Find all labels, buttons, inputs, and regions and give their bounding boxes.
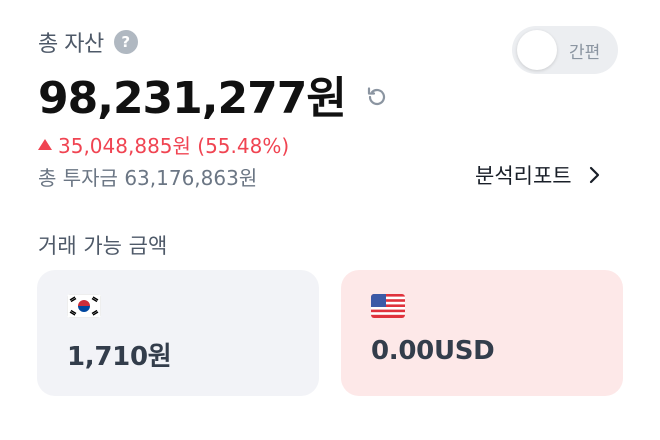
total-assets-row: 98,231,277원	[38, 62, 390, 126]
help-icon[interactable]: ?	[113, 30, 138, 54]
total-assets-header: 총 자산 ?	[38, 26, 138, 58]
korea-flag-icon	[67, 294, 101, 318]
profit-summary: 35,048,885원 (55.48%)	[38, 130, 289, 159]
total-assets-value: 98,231,277원	[38, 73, 347, 124]
toggle-knob	[517, 30, 557, 70]
usa-flag-icon	[371, 294, 405, 318]
toggle-label: 간편	[569, 42, 601, 63]
krw-balance-card[interactable]: 1,710원	[37, 270, 319, 396]
refresh-icon[interactable]	[364, 84, 390, 110]
usd-balance-value: 0.00USD	[371, 336, 495, 366]
analysis-report-link[interactable]: 분석리포트	[475, 160, 606, 190]
usd-balance-card[interactable]: 0.00USD	[341, 270, 623, 396]
simple-mode-toggle[interactable]: 간편	[512, 26, 618, 74]
available-amount-title: 거래 가능 금액	[38, 234, 168, 258]
krw-balance-value: 1,710원	[67, 342, 172, 372]
total-assets-label: 총 자산	[38, 32, 104, 57]
chevron-right-icon	[584, 164, 606, 186]
profit-value: 35,048,885원 (55.48%)	[58, 134, 290, 158]
triangle-up-icon	[38, 139, 52, 150]
total-investment: 총 투자금 63,176,863원	[38, 166, 258, 190]
analysis-report-label: 분석리포트	[475, 164, 572, 188]
